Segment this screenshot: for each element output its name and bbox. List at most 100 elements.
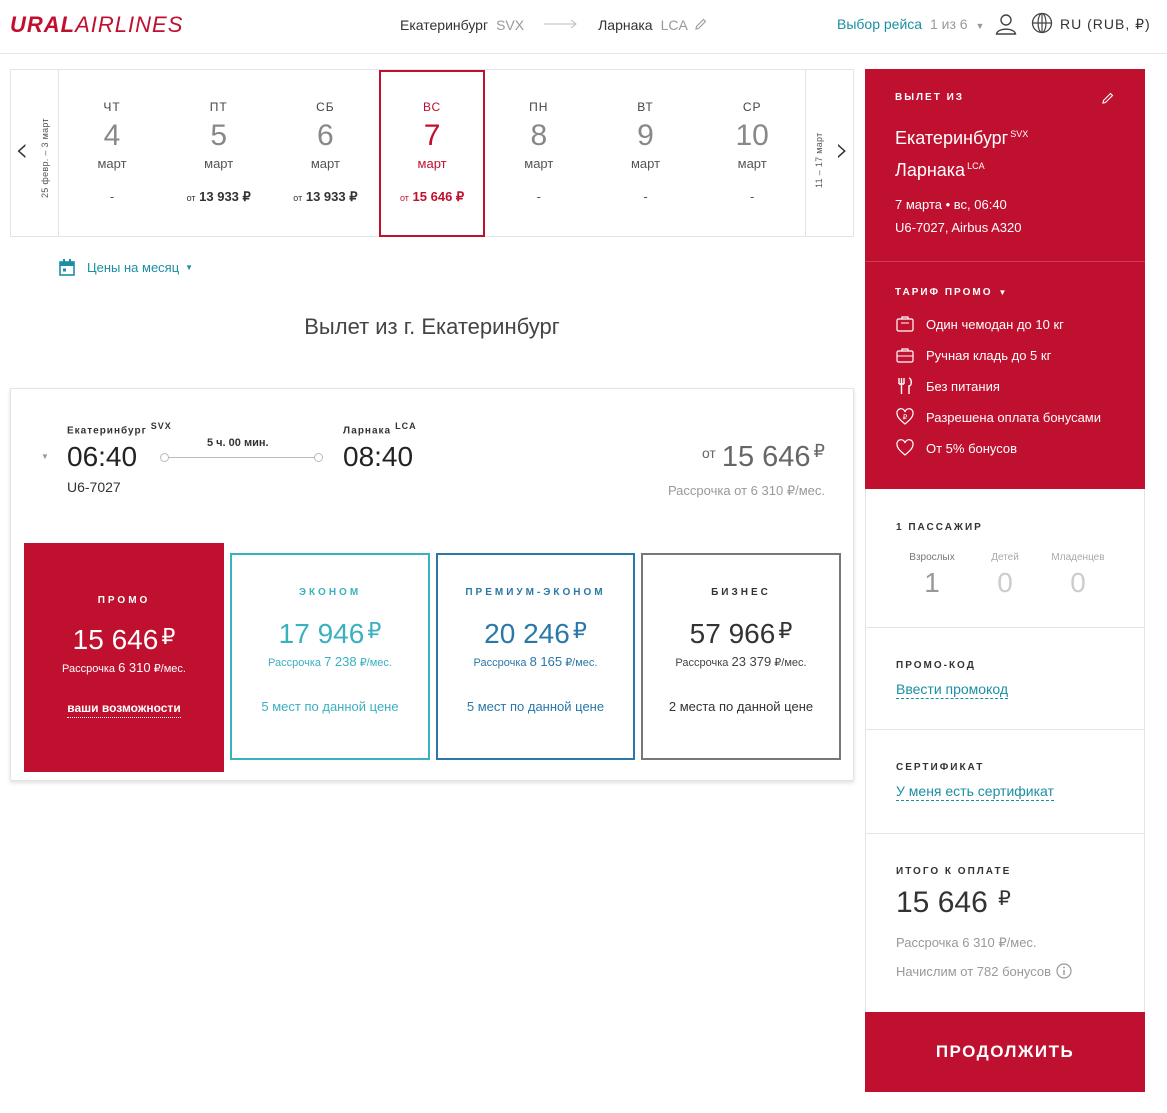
globe-icon[interactable] [1031, 12, 1053, 34]
day-month: март [310, 156, 340, 171]
day-number: 4 [103, 119, 121, 152]
chevron-down-icon: ▼ [975, 21, 985, 31]
route-arrow-icon [544, 16, 578, 34]
day-number: 5 [210, 119, 228, 152]
certificate-section: Сертификат У меня есть сертификат [865, 730, 1145, 834]
promo-code-section: Промо-код Ввести промокод [865, 628, 1145, 730]
summary-cities: Екатеринбург SVX Ларнака LCA [895, 128, 1029, 180]
fare-installment: Рассрочка 6 310 ₽/мес. [62, 660, 186, 675]
fare-installment: Рассрочка 7 238 ₽/мес. [268, 654, 392, 669]
day-min-price: - [750, 189, 755, 204]
enter-promo-code-link[interactable]: Ввести промокод [896, 681, 1009, 699]
fare-price: 20 246 ₽ [484, 618, 587, 649]
day-of-week: пн [529, 100, 549, 114]
date-option[interactable]: ср 10 март - [699, 70, 805, 236]
certificate-link[interactable]: У меня есть сертификат [896, 783, 1054, 801]
flight-path-line [161, 457, 323, 458]
prev-week-range: 25 февр. – 3 март [40, 118, 50, 198]
fare-name: Эконом [298, 587, 362, 598]
fare-premium-economy-card[interactable]: Премиум-эконом 20 246 ₽ Рассрочка 8 165 ₽… [436, 553, 635, 760]
summary-flight-info: 7 марта • вс, 06:40 U6-7027, Airbus A320 [895, 197, 1022, 235]
day-min-price: - [109, 189, 115, 204]
day-month: март [97, 156, 127, 171]
flight-card: ▼ Екатеринбург SVX Ларнака LCA 06:40 08:40… [10, 388, 854, 781]
fare-name: Бизнес [711, 587, 771, 598]
fare-options-link[interactable]: ваши возможности [67, 701, 181, 718]
day-of-week: ср [742, 100, 762, 114]
language-currency-selector[interactable]: RU (RUB, ₽) [1060, 16, 1151, 33]
edit-route-icon[interactable] [694, 17, 708, 34]
bonus-accrual: Начислим от 782 бонусов [896, 963, 1072, 979]
user-icon[interactable] [994, 12, 1018, 36]
day-min-price: от 13 933 ₽ [186, 189, 251, 204]
svg-text:₽: ₽ [903, 414, 908, 422]
hand-luggage-icon [896, 348, 914, 363]
flight-duration: 5 ч. 00 мин. [207, 437, 269, 449]
chevron-down-icon: ▼ [185, 263, 194, 272]
day-number: 7 [423, 119, 441, 152]
arrival-time: 08:40 [343, 441, 414, 472]
day-month: март [417, 156, 447, 171]
info-icon[interactable] [1056, 963, 1072, 979]
next-week-button[interactable]: 11 – 17 март › [805, 70, 853, 236]
edit-icon[interactable] [1101, 91, 1115, 105]
certificate-label: Сертификат [896, 762, 985, 773]
day-month: март [737, 156, 767, 171]
passengers-label: 1 пассажир [896, 522, 983, 533]
date-option[interactable]: вс 7 март от 15 646 ₽ [379, 70, 486, 237]
route-to-code: LCA [660, 17, 688, 33]
date-strip: ‹ 25 февр. – 3 март чт 4 март - пт 5 март от 1… [10, 69, 854, 237]
tariff-feature: Ручная кладь до 5 кг [895, 345, 1051, 365]
header: URALAIRLINES Екатеринбург SVX Ларнака LC… [0, 0, 1167, 54]
tariff-feature: От 5% бонусов [895, 438, 1017, 458]
flight-select-step[interactable]: Выбор рейса 1 из 6 ▼ [837, 16, 984, 32]
chevron-down-icon: ▼ [998, 288, 1009, 297]
fare-price: 15 646 ₽ [72, 624, 176, 655]
tariff-feature: ₽ Разрешена оплата бонусами [895, 407, 1101, 427]
departure-dot [160, 453, 169, 462]
fare-business-card[interactable]: Бизнес 57 966 ₽ Рассрочка 23 379 ₽/мес. 2… [641, 553, 841, 760]
calendar-icon [59, 259, 75, 276]
children-counter[interactable]: Детей 0 [970, 552, 1040, 599]
arrival-dot [314, 453, 323, 462]
chevron-left-icon: ‹ [15, 130, 29, 170]
date-option[interactable]: сб 6 март от 13 933 ₽ [272, 70, 378, 236]
adults-counter[interactable]: Взрослых 1 [897, 552, 967, 599]
tariff-summary: Тариф промо ▼ Один чемодан до 10 кг Ручна… [865, 262, 1145, 489]
day-month: март [524, 156, 554, 171]
expand-details-icon[interactable]: ▼ [41, 452, 49, 461]
date-option[interactable]: вт 9 март - [593, 70, 699, 236]
date-option[interactable]: чт 4 март - [59, 70, 165, 236]
passengers-section: 1 пассажир Взрослых 1 Детей 0 Младенцев … [865, 489, 1145, 628]
fare-installment: Рассрочка 23 379 ₽/мес. [675, 654, 807, 669]
fare-economy-card[interactable]: Эконом 17 946 ₽ Рассрочка 7 238 ₽/мес. 5 … [230, 553, 430, 760]
route-from-city: Екатеринбург [400, 17, 489, 33]
continue-button[interactable]: ПРОДОЛЖИТЬ [865, 1012, 1145, 1092]
infants-counter[interactable]: Младенцев 0 [1043, 552, 1113, 599]
flight-select-count: 1 из 6 [929, 16, 968, 32]
day-of-week: вт [637, 100, 654, 114]
prev-week-button[interactable]: ‹ 25 февр. – 3 март [11, 70, 59, 236]
departure-summary: Вылет из Екатеринбург SVX Ларнака LCA 7 ма… [865, 69, 1145, 262]
section-title: Вылет из г. Екатеринбург [304, 314, 560, 339]
route-to-city: Ларнака [598, 17, 653, 33]
day-number: 9 [637, 119, 654, 152]
day-month: март [204, 156, 234, 171]
flight-installment: Рассрочка от 6 310 ₽/мес. [667, 483, 825, 498]
month-prices-toggle[interactable]: Цены на месяц ▼ [59, 259, 193, 276]
day-number: 10 [735, 119, 769, 152]
departure-time: 06:40 [67, 441, 138, 472]
fare-promo-card[interactable]: Промо 15 646 ₽ Рассрочка 6 310 ₽/мес. ваш… [24, 543, 224, 772]
day-number: 8 [530, 119, 548, 152]
tariff-label[interactable]: Тариф промо ▼ [895, 287, 1008, 298]
day-month: март [630, 156, 661, 171]
ural-airlines-logo[interactable]: URALAIRLINES [10, 12, 183, 38]
fare-price: 17 946 ₽ [278, 618, 382, 649]
fare-name: Промо [97, 595, 151, 606]
total-label: Итого к оплате [896, 866, 1012, 877]
date-option[interactable]: пт 5 март от 13 933 ₽ [166, 70, 272, 236]
date-option[interactable]: пн 8 март - [486, 70, 592, 236]
tariff-feature: Один чемодан до 10 кг [895, 314, 1064, 334]
promo-code-label: Промо-код [896, 660, 976, 671]
route-summary[interactable]: Екатеринбург SVX Ларнака LCA [400, 16, 708, 34]
